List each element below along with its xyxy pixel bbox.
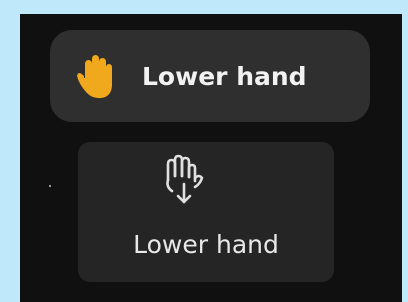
raised-hand-icon — [76, 52, 118, 100]
lower-hand-toolbar-button[interactable]: Lower hand — [78, 142, 334, 282]
lower-hand-button-label: Lower hand — [133, 230, 279, 259]
lower-hand-toast-button[interactable]: Lower hand — [50, 30, 370, 122]
cursor-artifact — [49, 185, 51, 187]
lower-hand-icon — [160, 154, 206, 206]
lower-hand-label: Lower hand — [142, 61, 307, 91]
